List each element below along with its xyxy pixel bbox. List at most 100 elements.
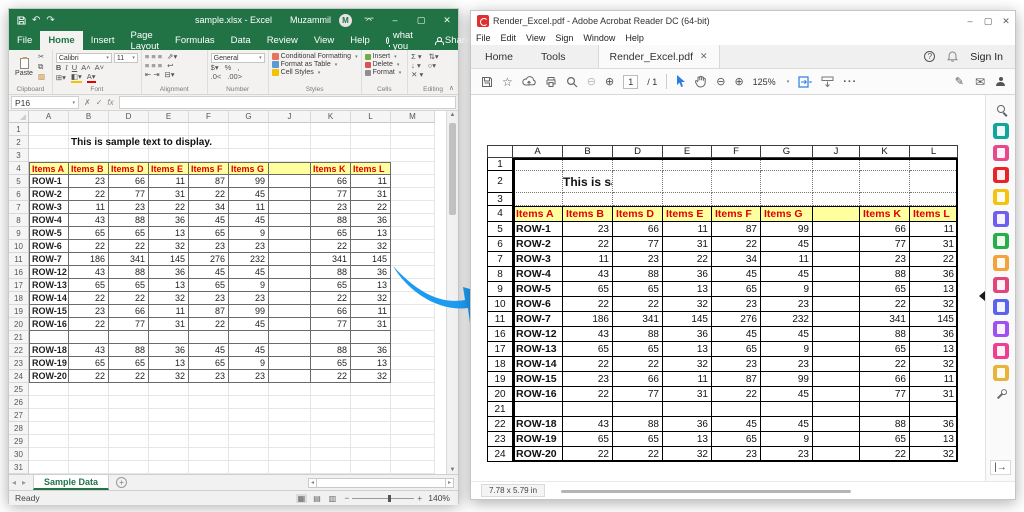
previous-page-icon[interactable]: ⊖ [587,75,596,88]
cell-L19[interactable]: 11 [351,305,391,318]
cell-D24[interactable]: 22 [109,370,149,383]
cell-J2[interactable] [269,136,311,149]
cell-K24[interactable]: 22 [311,370,351,383]
column-header-D[interactable]: D [109,111,149,123]
accounting-format-icon[interactable]: $▾ [211,64,219,72]
cell-D28[interactable] [109,422,149,435]
cell-E7[interactable]: 22 [149,201,189,214]
row-header-4[interactable]: 4 [9,162,29,175]
cell-J17[interactable] [269,279,311,292]
cell-B22[interactable]: 43 [69,344,109,357]
cell-G23[interactable]: 9 [229,357,269,370]
save-icon[interactable] [481,76,493,88]
cell-G3[interactable] [229,149,269,162]
menu-edit[interactable]: Edit [496,33,522,43]
cut-icon[interactable]: ✂ [38,53,45,61]
comma-style-icon[interactable]: , [237,64,239,72]
cell-F9[interactable]: 65 [189,227,229,240]
row-header-19[interactable]: 19 [9,305,29,318]
cell-D7[interactable]: 23 [109,201,149,214]
cell-E23[interactable]: 13 [149,357,189,370]
format-as-table-button[interactable]: Format as Table▾ [272,61,358,68]
cell-B4[interactable]: Items B [69,162,109,175]
cell-K10[interactable]: 22 [311,240,351,253]
cell-F10[interactable]: 23 [189,240,229,253]
row-header-20[interactable]: 20 [9,318,29,331]
cell-J1[interactable] [269,123,311,136]
cell-G1[interactable] [229,123,269,136]
tell-me-search[interactable]: Tell me what you want to do [378,31,425,50]
cell-G4[interactable]: Items G [229,162,269,175]
cell-G27[interactable] [229,409,269,422]
cell-B25[interactable] [69,383,109,396]
cell-D26[interactable] [109,396,149,409]
cell-A11[interactable]: ROW-7 [29,253,69,266]
cell-G20[interactable]: 45 [229,318,269,331]
cell-D8[interactable]: 88 [109,214,149,227]
page-break-view-icon[interactable]: ▥ [327,494,339,503]
panel-collapse-arrow-icon[interactable] [979,291,985,301]
cell-A9[interactable]: ROW-5 [29,227,69,240]
document-hscroll-thumb[interactable] [561,490,851,493]
wrap-text-icon[interactable]: ↩ [167,62,173,70]
page-layout-view-icon[interactable]: ▤ [311,494,323,503]
cell-B16[interactable]: 43 [69,266,109,279]
cell-D16[interactable]: 88 [109,266,149,279]
cell-K2[interactable] [311,136,351,149]
cell-D20[interactable]: 77 [109,318,149,331]
find-select-icon[interactable]: ○▾ [428,62,436,70]
cell-E5[interactable]: 11 [149,175,189,188]
font-size-up-icon[interactable]: A˄ [81,64,90,72]
percent-style-icon[interactable]: % [225,64,232,72]
cell-L20[interactable]: 31 [351,318,391,331]
cell-G16[interactable]: 45 [229,266,269,279]
cell-F20[interactable]: 22 [189,318,229,331]
combine-files-icon[interactable] [993,211,1009,227]
cell-K29[interactable] [311,435,351,448]
copy-icon[interactable]: ⧉ [38,63,45,71]
row-header-23[interactable]: 23 [9,357,29,370]
edit-pdf-icon[interactable] [993,145,1009,161]
column-header-G[interactable]: G [229,111,269,123]
cell-M31[interactable] [391,461,435,474]
cell-D22[interactable]: 88 [109,344,149,357]
ribbon-tab-file[interactable]: File [9,31,40,50]
cell-J31[interactable] [269,461,311,474]
menu-file[interactable]: File [471,33,496,43]
cell-K31[interactable] [311,461,351,474]
row-header-28[interactable]: 28 [9,422,29,435]
row-header-18[interactable]: 18 [9,292,29,305]
print-icon[interactable] [545,76,557,88]
ribbon-tab-review[interactable]: Review [259,31,306,50]
cell-K4[interactable]: Items K [311,162,351,175]
cell-K6[interactable]: 77 [311,188,351,201]
menu-help[interactable]: Help [620,33,649,43]
cell-D9[interactable]: 65 [109,227,149,240]
find-icon[interactable] [566,76,578,88]
cell-B9[interactable]: 65 [69,227,109,240]
cell-L24[interactable]: 32 [351,370,391,383]
cell-E21[interactable] [149,331,189,344]
fill-sign-pen-icon[interactable]: ✎ [955,75,964,88]
cell-D5[interactable]: 66 [109,175,149,188]
normal-view-icon[interactable]: ▦ [296,494,308,503]
cell-M21[interactable] [391,331,435,344]
borders-icon[interactable]: ⊞▾ [56,74,66,82]
cell-M7[interactable] [391,201,435,214]
cell-E31[interactable] [149,461,189,474]
redo-icon[interactable]: ↷ [46,15,54,26]
horizontal-scrollbar[interactable]: ◂ ▸ [308,478,454,488]
zoom-knob[interactable] [388,495,391,502]
cell-D6[interactable]: 77 [109,188,149,201]
send-email-icon[interactable]: ✉ [975,75,985,89]
font-color-icon[interactable]: A▾ [87,73,96,83]
merge-center-icon[interactable]: ⊟▾ [165,71,175,79]
cell-B29[interactable] [69,435,109,448]
cell-B1[interactable] [69,123,109,136]
cell-E29[interactable] [149,435,189,448]
cell-B27[interactable] [69,409,109,422]
protect-icon[interactable] [993,299,1009,315]
ribbon-display-options-icon[interactable]: ⌤ [360,15,378,26]
row-header-29[interactable]: 29 [9,435,29,448]
hscroll-right-icon[interactable]: ▸ [445,478,454,488]
